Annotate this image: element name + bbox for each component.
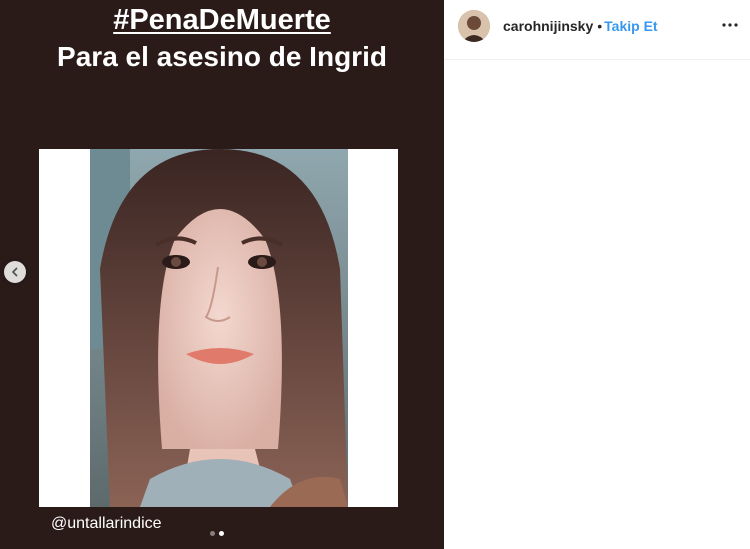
post-subtitle-heading: Para el asesino de Ingrid	[57, 41, 387, 72]
carousel-dot-active	[219, 531, 224, 536]
follow-button[interactable]: Takip Et	[604, 18, 657, 34]
carousel-indicator	[210, 531, 224, 536]
separator-dot: •	[597, 18, 603, 34]
carousel-dot	[210, 531, 215, 536]
photo-credit-handle: @untallarindice	[51, 515, 162, 532]
post-media: #PenaDeMuerte Para el asesino de Ingrid	[0, 0, 444, 549]
portrait-photo	[90, 149, 348, 507]
avatar-image	[458, 10, 490, 42]
more-options-icon	[722, 23, 738, 27]
post-header: carohnijinsky • Takip Et	[444, 0, 750, 60]
post-sidebar: carohnijinsky • Takip Et	[444, 0, 750, 549]
username-link[interactable]: carohnijinsky	[503, 18, 593, 34]
photo-frame	[39, 149, 398, 507]
previous-slide-button[interactable]	[4, 261, 26, 283]
post-author-line: carohnijinsky • Takip Et	[503, 17, 658, 35]
portrait-illustration	[90, 149, 348, 507]
avatar[interactable]	[458, 10, 490, 42]
more-options-button[interactable]	[720, 15, 740, 35]
post-hashtag-heading: #PenaDeMuerte	[113, 4, 331, 36]
chevron-left-icon	[12, 267, 18, 277]
